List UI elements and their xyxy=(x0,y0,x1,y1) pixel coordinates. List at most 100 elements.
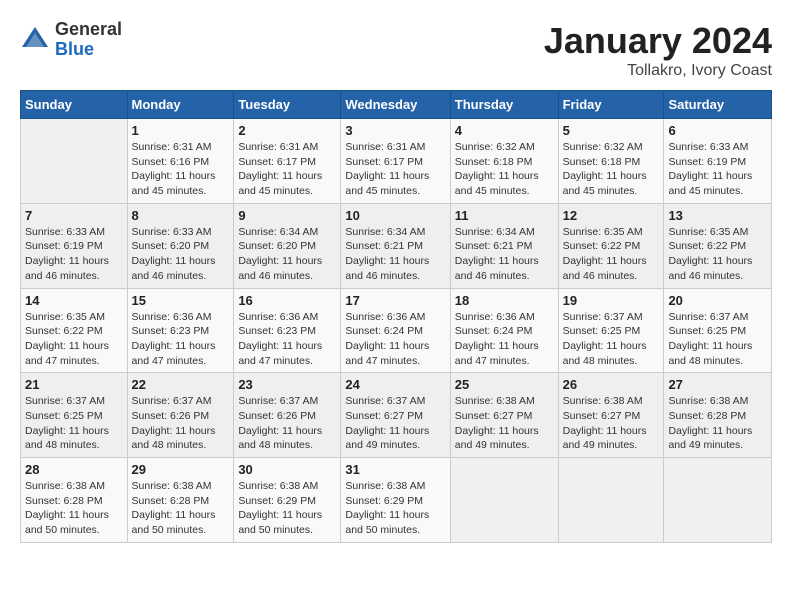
calendar-cell: 31 Sunrise: 6:38 AMSunset: 6:29 PMDayligh… xyxy=(341,458,450,543)
day-info: Sunrise: 6:32 AMSunset: 6:18 PMDaylight:… xyxy=(455,140,554,199)
calendar-cell: 13 Sunrise: 6:35 AMSunset: 6:22 PMDayligh… xyxy=(664,203,772,288)
day-info: Sunrise: 6:38 AMSunset: 6:28 PMDaylight:… xyxy=(668,394,767,453)
day-number: 29 xyxy=(132,462,230,477)
day-number: 11 xyxy=(455,208,554,223)
day-number: 6 xyxy=(668,123,767,138)
day-info: Sunrise: 6:37 AMSunset: 6:26 PMDaylight:… xyxy=(132,394,230,453)
day-number: 20 xyxy=(668,293,767,308)
header-day-tuesday: Tuesday xyxy=(234,91,341,119)
day-info: Sunrise: 6:31 AMSunset: 6:17 PMDaylight:… xyxy=(238,140,336,199)
day-info: Sunrise: 6:34 AMSunset: 6:21 PMDaylight:… xyxy=(455,225,554,284)
calendar-cell: 29 Sunrise: 6:38 AMSunset: 6:28 PMDayligh… xyxy=(127,458,234,543)
calendar-week-5: 28Sunrise: 6:38 AMSunset: 6:28 PMDayligh… xyxy=(21,458,772,543)
calendar-cell: 5Sunrise: 6:32 AMSunset: 6:18 PMDaylight… xyxy=(558,119,664,204)
day-number: 3 xyxy=(345,123,445,138)
calendar-cell: 19 Sunrise: 6:37 AMSunset: 6:25 PMDayligh… xyxy=(558,288,664,373)
header-day-monday: Monday xyxy=(127,91,234,119)
calendar-cell: 21 Sunrise: 6:37 AMSunset: 6:25 PMDayligh… xyxy=(21,373,128,458)
header-row: SundayMondayTuesdayWednesdayThursdayFrid… xyxy=(21,91,772,119)
day-info: Sunrise: 6:33 AMSunset: 6:19 PMDaylight:… xyxy=(25,225,123,284)
calendar-cell xyxy=(558,458,664,543)
logo-text: General Blue xyxy=(55,20,122,60)
calendar-cell: 1 Sunrise: 6:31 AMSunset: 6:16 PMDaylight… xyxy=(127,119,234,204)
day-info: Sunrise: 6:37 AMSunset: 6:25 PMDaylight:… xyxy=(668,310,767,369)
day-number: 24 xyxy=(345,377,445,392)
day-info: Sunrise: 6:38 AMSunset: 6:29 PMDaylight:… xyxy=(345,479,445,538)
calendar-cell: 11 Sunrise: 6:34 AMSunset: 6:21 PMDayligh… xyxy=(450,203,558,288)
day-number: 25 xyxy=(455,377,554,392)
day-number: 12 xyxy=(563,208,660,223)
header-day-thursday: Thursday xyxy=(450,91,558,119)
calendar-week-4: 21 Sunrise: 6:37 AMSunset: 6:25 PMDayligh… xyxy=(21,373,772,458)
day-info: Sunrise: 6:35 AMSunset: 6:22 PMDaylight:… xyxy=(668,225,767,284)
header-day-wednesday: Wednesday xyxy=(341,91,450,119)
calendar-cell: 20 Sunrise: 6:37 AMSunset: 6:25 PMDayligh… xyxy=(664,288,772,373)
calendar-cell: 15 Sunrise: 6:36 AMSunset: 6:23 PMDayligh… xyxy=(127,288,234,373)
calendar-week-2: 7 Sunrise: 6:33 AMSunset: 6:19 PMDaylight… xyxy=(21,203,772,288)
day-info: Sunrise: 6:37 AMSunset: 6:27 PMDaylight:… xyxy=(345,394,445,453)
day-info: Sunrise: 6:31 AMSunset: 6:16 PMDaylight:… xyxy=(132,140,230,199)
day-number: 14 xyxy=(25,293,123,308)
calendar-cell: 27Sunrise: 6:38 AMSunset: 6:28 PMDayligh… xyxy=(664,373,772,458)
day-number: 18 xyxy=(455,293,554,308)
day-number: 7 xyxy=(25,208,123,223)
day-number: 19 xyxy=(563,293,660,308)
calendar-cell: 18 Sunrise: 6:36 AMSunset: 6:24 PMDayligh… xyxy=(450,288,558,373)
day-number: 8 xyxy=(132,208,230,223)
day-info: Sunrise: 6:36 AMSunset: 6:23 PMDaylight:… xyxy=(238,310,336,369)
header-day-sunday: Sunday xyxy=(21,91,128,119)
title-block: January 2024 Tollakro, Ivory Coast xyxy=(544,20,772,80)
calendar-cell: 25 Sunrise: 6:38 AMSunset: 6:27 PMDayligh… xyxy=(450,373,558,458)
day-info: Sunrise: 6:36 AMSunset: 6:23 PMDaylight:… xyxy=(132,310,230,369)
calendar-cell: 17 Sunrise: 6:36 AMSunset: 6:24 PMDayligh… xyxy=(341,288,450,373)
day-number: 4 xyxy=(455,123,554,138)
calendar-cell: 2Sunrise: 6:31 AMSunset: 6:17 PMDaylight… xyxy=(234,119,341,204)
calendar-cell: 3Sunrise: 6:31 AMSunset: 6:17 PMDaylight… xyxy=(341,119,450,204)
day-number: 17 xyxy=(345,293,445,308)
calendar-cell xyxy=(21,119,128,204)
calendar-cell: 14 Sunrise: 6:35 AMSunset: 6:22 PMDayligh… xyxy=(21,288,128,373)
day-info: Sunrise: 6:35 AMSunset: 6:22 PMDaylight:… xyxy=(563,225,660,284)
day-info: Sunrise: 6:36 AMSunset: 6:24 PMDaylight:… xyxy=(345,310,445,369)
day-info: Sunrise: 6:35 AMSunset: 6:22 PMDaylight:… xyxy=(25,310,123,369)
calendar-cell: 4 Sunrise: 6:32 AMSunset: 6:18 PMDaylight… xyxy=(450,119,558,204)
day-info: Sunrise: 6:37 AMSunset: 6:26 PMDaylight:… xyxy=(238,394,336,453)
day-info: Sunrise: 6:33 AMSunset: 6:20 PMDaylight:… xyxy=(132,225,230,284)
calendar-cell: 30Sunrise: 6:38 AMSunset: 6:29 PMDayligh… xyxy=(234,458,341,543)
calendar-cell: 10Sunrise: 6:34 AMSunset: 6:21 PMDayligh… xyxy=(341,203,450,288)
day-number: 13 xyxy=(668,208,767,223)
day-number: 21 xyxy=(25,377,123,392)
calendar-cell: 28Sunrise: 6:38 AMSunset: 6:28 PMDayligh… xyxy=(21,458,128,543)
calendar-table: SundayMondayTuesdayWednesdayThursdayFrid… xyxy=(20,90,772,543)
logo-blue: Blue xyxy=(55,40,122,60)
logo: General Blue xyxy=(20,20,122,60)
logo-general: General xyxy=(55,20,122,40)
calendar-body: 1 Sunrise: 6:31 AMSunset: 6:16 PMDaylight… xyxy=(21,119,772,543)
day-number: 9 xyxy=(238,208,336,223)
calendar-cell: 26Sunrise: 6:38 AMSunset: 6:27 PMDayligh… xyxy=(558,373,664,458)
day-number: 16 xyxy=(238,293,336,308)
day-info: Sunrise: 6:37 AMSunset: 6:25 PMDaylight:… xyxy=(563,310,660,369)
day-number: 1 xyxy=(132,123,230,138)
day-info: Sunrise: 6:37 AMSunset: 6:25 PMDaylight:… xyxy=(25,394,123,453)
logo-icon xyxy=(20,25,50,55)
header-day-saturday: Saturday xyxy=(664,91,772,119)
day-info: Sunrise: 6:33 AMSunset: 6:19 PMDaylight:… xyxy=(668,140,767,199)
calendar-cell xyxy=(664,458,772,543)
calendar-cell: 22 Sunrise: 6:37 AMSunset: 6:26 PMDayligh… xyxy=(127,373,234,458)
calendar-week-3: 14 Sunrise: 6:35 AMSunset: 6:22 PMDayligh… xyxy=(21,288,772,373)
day-number: 23 xyxy=(238,377,336,392)
day-number: 22 xyxy=(132,377,230,392)
day-info: Sunrise: 6:32 AMSunset: 6:18 PMDaylight:… xyxy=(563,140,660,199)
day-info: Sunrise: 6:36 AMSunset: 6:24 PMDaylight:… xyxy=(455,310,554,369)
day-info: Sunrise: 6:38 AMSunset: 6:27 PMDaylight:… xyxy=(455,394,554,453)
calendar-cell: 16 Sunrise: 6:36 AMSunset: 6:23 PMDayligh… xyxy=(234,288,341,373)
day-number: 15 xyxy=(132,293,230,308)
calendar-cell: 6 Sunrise: 6:33 AMSunset: 6:19 PMDaylight… xyxy=(664,119,772,204)
page-subtitle: Tollakro, Ivory Coast xyxy=(544,62,772,80)
day-number: 10 xyxy=(345,208,445,223)
day-number: 31 xyxy=(345,462,445,477)
day-info: Sunrise: 6:38 AMSunset: 6:28 PMDaylight:… xyxy=(132,479,230,538)
calendar-week-1: 1 Sunrise: 6:31 AMSunset: 6:16 PMDaylight… xyxy=(21,119,772,204)
day-info: Sunrise: 6:38 AMSunset: 6:28 PMDaylight:… xyxy=(25,479,123,538)
